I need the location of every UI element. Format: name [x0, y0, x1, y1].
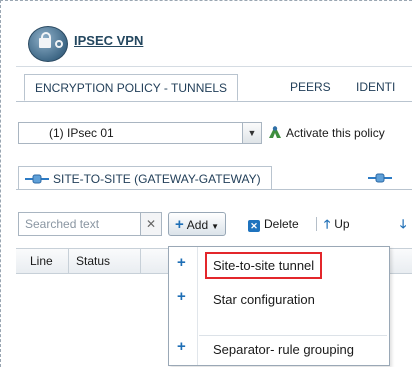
- divider: [16, 66, 412, 67]
- tab-identification[interactable]: IDENTI: [346, 74, 405, 101]
- tabs-underline: [16, 101, 412, 102]
- plus-icon: +: [177, 288, 186, 305]
- menu-item-label: Site-to-site tunnel: [205, 252, 323, 279]
- add-label: Add: [186, 218, 209, 232]
- column-divider: [140, 249, 141, 273]
- main-tabs: ENCRYPTION POLICY - TUNNELS PEERS IDENTI: [16, 74, 412, 102]
- arrow-down-icon[interactable]: 🡓: [400, 212, 406, 236]
- subtabs-underline: [16, 189, 412, 190]
- up-button[interactable]: 🡑 Up: [324, 212, 350, 236]
- add-button[interactable]: + Add ▼: [168, 212, 227, 236]
- activate-policy-button[interactable]: Activate this policy: [268, 125, 385, 140]
- column-status[interactable]: Status: [76, 254, 110, 268]
- delete-icon: ✕: [248, 220, 260, 232]
- delete-label: Delete: [264, 217, 299, 231]
- column-divider: [68, 249, 69, 273]
- delete-button[interactable]: ✕ Delete: [248, 212, 299, 236]
- toolbar-separator: [316, 217, 317, 231]
- activate-label: Activate this policy: [286, 126, 385, 140]
- menu-item-site-to-site-tunnel[interactable]: + Site-to-site tunnel: [169, 251, 389, 279]
- plus-icon: +: [177, 254, 186, 271]
- menu-item-label: Star configuration: [213, 292, 315, 307]
- subtab-next[interactable]: [368, 166, 396, 190]
- policy-select[interactable]: (1) IPsec 01 ▼: [18, 122, 262, 144]
- subtab-label: SITE-TO-SITE (GATEWAY-GATEWAY): [53, 172, 261, 186]
- subtab-site-to-site[interactable]: SITE-TO-SITE (GATEWAY-GATEWAY): [18, 166, 272, 190]
- activate-icon: [269, 126, 281, 138]
- search-placeholder: Searched text: [25, 217, 100, 231]
- tab-encryption-policy[interactable]: ENCRYPTION POLICY - TUNNELS: [24, 74, 239, 101]
- module-title[interactable]: IPSEC VPN: [74, 33, 143, 48]
- plus-icon: +: [177, 338, 186, 355]
- menu-item-separator-rule-grouping[interactable]: + Separator- rule grouping: [169, 335, 389, 363]
- gateway-link-icon: [25, 174, 49, 184]
- column-line[interactable]: Line: [30, 254, 53, 268]
- clear-icon[interactable]: ✕: [140, 213, 161, 235]
- menu-item-label: Separator- rule grouping: [213, 342, 354, 357]
- vpn-lock-icon: [28, 26, 68, 62]
- policy-select-value: (1) IPsec 01: [49, 126, 114, 140]
- caret-down-icon: ▼: [211, 222, 220, 231]
- tab-peers[interactable]: PEERS: [280, 74, 341, 101]
- gateway-link-icon: [368, 173, 392, 183]
- search-input[interactable]: Searched text ✕: [18, 212, 162, 236]
- up-label: Up: [334, 217, 350, 231]
- menu-item-star-configuration[interactable]: + Star configuration: [169, 285, 389, 313]
- rules-toolbar: Searched text ✕ + Add ▼ ✕ Delete 🡑 Up 🡓: [16, 210, 412, 238]
- add-dropdown-menu: + Site-to-site tunnel + Star configurati…: [168, 246, 390, 366]
- arrow-up-icon: 🡑: [324, 217, 331, 231]
- plus-icon: +: [175, 216, 184, 233]
- chevron-down-icon[interactable]: ▼: [242, 123, 261, 143]
